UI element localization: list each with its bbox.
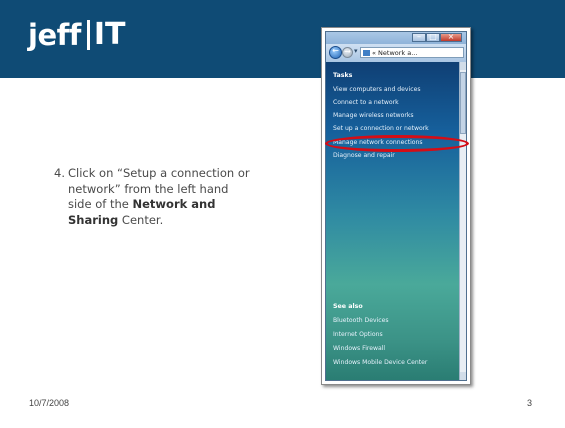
- task-pane: Tasks View computers and devices Connect…: [326, 62, 459, 380]
- window-titlebar[interactable]: – □ ×: [326, 32, 466, 44]
- minimize-button[interactable]: –: [412, 32, 426, 42]
- instruction-line-2: network” from the left hand: [68, 181, 229, 196]
- task-link-connect[interactable]: Connect to a network: [333, 99, 399, 106]
- scroll-up-arrow-icon[interactable]: [460, 62, 466, 70]
- instruction-line-4: Sharing Center.: [54, 213, 284, 229]
- instruction-line-3: side of the Network and: [54, 197, 284, 213]
- scroll-thumb[interactable]: [460, 72, 466, 134]
- network-icon: [363, 50, 370, 56]
- task-link-diagnose[interactable]: Diagnose and repair: [333, 152, 395, 159]
- logo-suffix: IT: [93, 17, 126, 52]
- close-icon: ×: [447, 32, 455, 41]
- address-bar: ← → ▾ « Network a...: [326, 44, 466, 62]
- see-also-heading: See also: [333, 303, 363, 310]
- tasks-heading: Tasks: [333, 72, 353, 79]
- see-also-internet-options[interactable]: Internet Options: [333, 331, 383, 338]
- history-dropdown-icon[interactable]: ▾: [354, 47, 358, 55]
- header-divider: [0, 78, 565, 80]
- forward-arrow-icon: →: [344, 47, 351, 56]
- highlight-oval: [325, 135, 469, 152]
- instruction-line-1: Click on “Setup a connection or: [68, 166, 250, 180]
- jeffit-logo: jeff IT: [28, 14, 125, 56]
- close-button[interactable]: ×: [440, 32, 462, 42]
- instruction-bold-network: Network and: [132, 197, 216, 211]
- step-number: 4.: [54, 166, 65, 180]
- see-also-bluetooth[interactable]: Bluetooth Devices: [333, 317, 389, 324]
- scrollbar[interactable]: [459, 62, 466, 380]
- network-window-screenshot: – □ × ← → ▾ « Network a... Tasks View co…: [321, 27, 471, 385]
- instruction-text: 4. Click on “Setup a connection or networ…: [54, 166, 284, 228]
- task-link-view-computers[interactable]: View computers and devices: [333, 86, 421, 93]
- logo-name: jeff: [28, 18, 81, 52]
- task-link-setup-connection[interactable]: Set up a connection or network: [333, 125, 429, 132]
- forward-button[interactable]: →: [342, 47, 353, 58]
- back-arrow-icon: ←: [332, 46, 339, 55]
- instruction-bold-sharing: Sharing: [68, 212, 119, 227]
- footer-date: 10/7/2008: [29, 398, 70, 408]
- back-button[interactable]: ←: [329, 46, 342, 59]
- see-also-firewall[interactable]: Windows Firewall: [333, 345, 385, 352]
- slide: jeff IT 4. Click on “Setup a connection o…: [0, 0, 565, 428]
- maximize-button[interactable]: □: [426, 32, 440, 42]
- address-text: « Network a...: [372, 49, 418, 57]
- scroll-down-arrow-icon[interactable]: [460, 372, 466, 380]
- maximize-icon: □: [429, 32, 437, 41]
- explorer-window: – □ × ← → ▾ « Network a... Tasks View co…: [325, 31, 467, 381]
- logo-separator: [86, 20, 90, 50]
- minimize-icon: –: [417, 32, 421, 41]
- task-link-manage-wireless[interactable]: Manage wireless networks: [333, 112, 414, 119]
- instruction-line-4-text: Center.: [118, 212, 164, 227]
- see-also-mobile-device-center[interactable]: Windows Mobile Device Center: [333, 359, 427, 366]
- page-number: 3: [527, 398, 533, 408]
- instruction-line-3-text: side of the: [68, 197, 133, 211]
- address-field[interactable]: « Network a...: [360, 47, 464, 58]
